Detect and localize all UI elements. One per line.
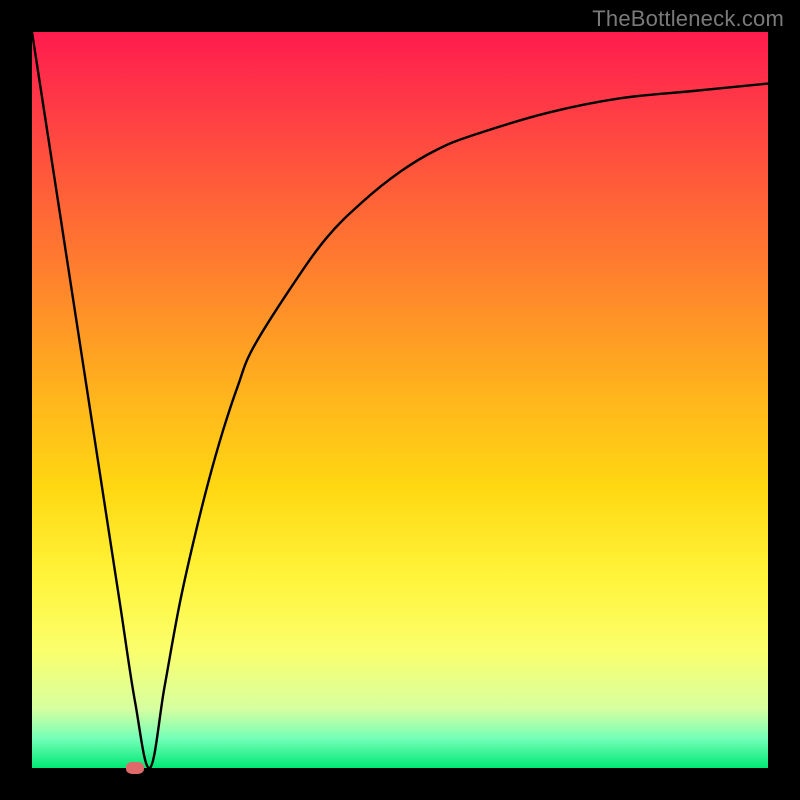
watermark: TheBottleneck.com: [592, 6, 784, 32]
chart-frame: TheBottleneck.com: [0, 0, 800, 800]
optimum-marker: [126, 762, 144, 774]
plot-area: [32, 32, 768, 768]
bottleneck-curve: [32, 32, 768, 768]
